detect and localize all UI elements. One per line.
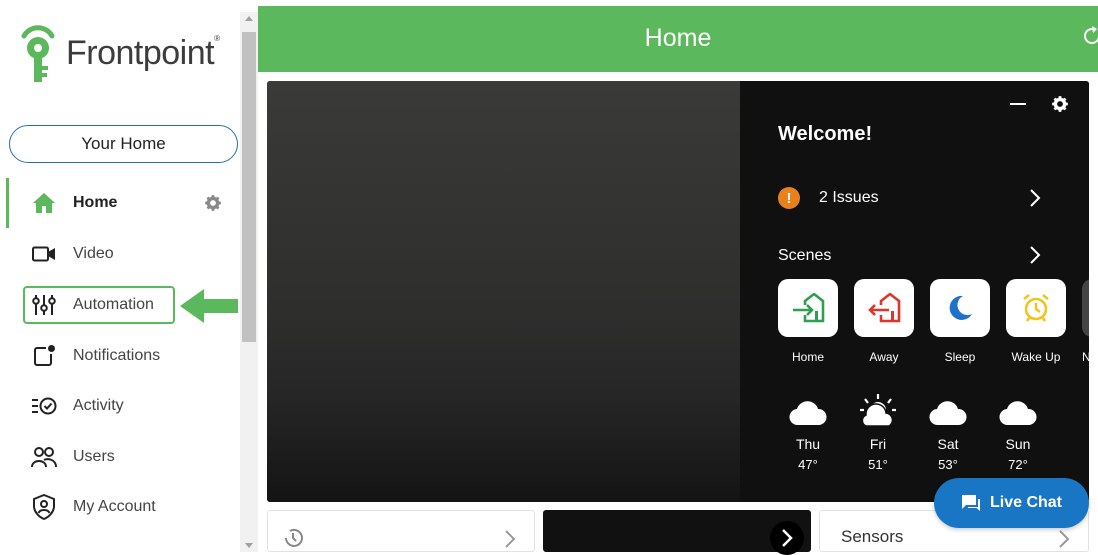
camera-card[interactable] <box>543 510 811 555</box>
sidebar-item-label: Notifications <box>73 347 161 364</box>
scene-label: N <box>1082 350 1089 364</box>
sidebar: Frontpoint® Your Home Home Video Automat… <box>0 0 258 552</box>
cloud-icon <box>789 401 827 426</box>
home-icon <box>31 190 57 216</box>
sidebar-item-label: Activity <box>73 397 124 414</box>
sidebar-item-video[interactable]: Video <box>0 232 240 276</box>
history-icon <box>285 528 303 547</box>
your-home-selector[interactable]: Your Home <box>9 125 238 163</box>
camera-video-preview[interactable] <box>267 81 740 502</box>
weather-day-label: Sat <box>937 436 959 452</box>
refresh-icon[interactable] <box>1080 24 1098 53</box>
scene-tile[interactable] <box>854 279 914 337</box>
sidebar-item-activity[interactable]: Activity <box>0 384 240 428</box>
weather-day: Fri 51° <box>848 394 908 472</box>
automation-highlight-box <box>23 286 175 324</box>
scene-tile[interactable] <box>1082 279 1089 337</box>
scene-wake-up[interactable]: Wake Up <box>1006 279 1066 364</box>
sidebar-item-my-account[interactable]: My Account <box>0 485 240 529</box>
weather-temp: 51° <box>868 457 888 472</box>
history-card[interactable] <box>267 510 535 552</box>
alarm-clock-icon <box>1023 294 1049 322</box>
cloud-icon <box>999 401 1037 426</box>
chat-bubble-icon <box>961 495 980 511</box>
key-logo-icon <box>21 25 55 82</box>
home-dashboard-card: Welcome! ! 2 Issues Scenes Home Away Sle… <box>267 81 1089 502</box>
weather-temp: 53° <box>938 457 958 472</box>
sidebar-item-label: Home <box>73 194 118 211</box>
minimize-icon[interactable] <box>1010 103 1026 105</box>
page-title: Home <box>644 24 712 52</box>
scene-tile[interactable] <box>778 279 838 337</box>
chevron-right-icon <box>782 529 793 547</box>
live-chat-label: Live Chat <box>989 494 1062 511</box>
header-bar: Home <box>258 6 1098 72</box>
pointer-arrow-icon <box>180 289 238 323</box>
scene-label: Wake Up <box>1011 350 1061 364</box>
scene-home[interactable]: Home <box>778 279 838 364</box>
activity-list-icon <box>31 393 57 419</box>
weather-day-label: Fri <box>869 436 887 452</box>
live-chat-button[interactable]: Live Chat <box>934 478 1089 528</box>
scrollbar-thumb[interactable] <box>242 32 256 342</box>
arrive-home-icon <box>793 293 825 323</box>
sidebar-scrollbar[interactable] <box>240 12 258 552</box>
scenes-label: Scenes <box>778 247 832 264</box>
brand-name: Frontpoint® <box>66 33 220 72</box>
shield-user-icon <box>31 494 57 520</box>
scene-more[interactable]: N <box>1082 279 1089 364</box>
sidebar-item-users[interactable]: Users <box>0 435 240 479</box>
sidebar-item-label: Users <box>73 448 115 465</box>
welcome-panel: Welcome! ! 2 Issues Scenes Home Away Sle… <box>740 81 1089 502</box>
chevron-right-icon[interactable] <box>1029 245 1041 265</box>
cloud-icon <box>929 401 967 426</box>
panel-settings-gear-icon[interactable] <box>1050 94 1070 119</box>
next-camera-button[interactable] <box>770 521 804 555</box>
weather-day-label: Thu <box>795 436 821 452</box>
issues-link[interactable]: ! 2 Issues <box>778 187 879 209</box>
notification-icon <box>31 343 57 369</box>
frontpoint-logo[interactable]: Frontpoint® <box>20 22 220 84</box>
chevron-right-icon[interactable] <box>1029 188 1041 208</box>
weather-temp: 72° <box>1008 457 1028 472</box>
weather-day: Thu 47° <box>778 399 838 472</box>
scene-tile[interactable] <box>930 279 990 337</box>
scene-away[interactable]: Away <box>854 279 914 364</box>
scene-tile[interactable] <box>1006 279 1066 337</box>
sidebar-item-notifications[interactable]: Notifications <box>0 334 240 378</box>
moon-icon <box>949 295 972 320</box>
weather-temp: 47° <box>798 457 818 472</box>
scene-sleep[interactable]: Sleep <box>930 279 990 364</box>
scroll-down-arrow-icon[interactable] <box>245 543 253 548</box>
welcome-title: Welcome! <box>778 123 873 145</box>
users-icon <box>31 444 57 470</box>
home-settings-gear-icon[interactable] <box>203 193 223 218</box>
scene-label: Home <box>791 350 824 364</box>
weather-day: Sat 53° <box>918 399 978 472</box>
chevron-right-icon[interactable] <box>1058 529 1070 549</box>
scene-label: Sleep <box>944 350 976 364</box>
sidebar-item-label: Video <box>73 245 114 262</box>
weather-day: Sun 72° <box>988 399 1048 472</box>
sidebar-item-label: My Account <box>73 498 156 515</box>
issues-label: 2 Issues <box>819 189 879 206</box>
leave-home-icon <box>868 293 901 323</box>
sensors-label: Sensors <box>841 527 904 546</box>
chevron-right-icon[interactable] <box>504 529 516 549</box>
warning-icon: ! <box>778 187 800 209</box>
partly-sunny-icon <box>860 394 896 427</box>
scene-label: Away <box>869 350 899 364</box>
weather-day-label: Sun <box>1005 436 1031 452</box>
video-camera-icon <box>31 241 57 267</box>
scroll-up-arrow-icon[interactable] <box>245 16 253 21</box>
